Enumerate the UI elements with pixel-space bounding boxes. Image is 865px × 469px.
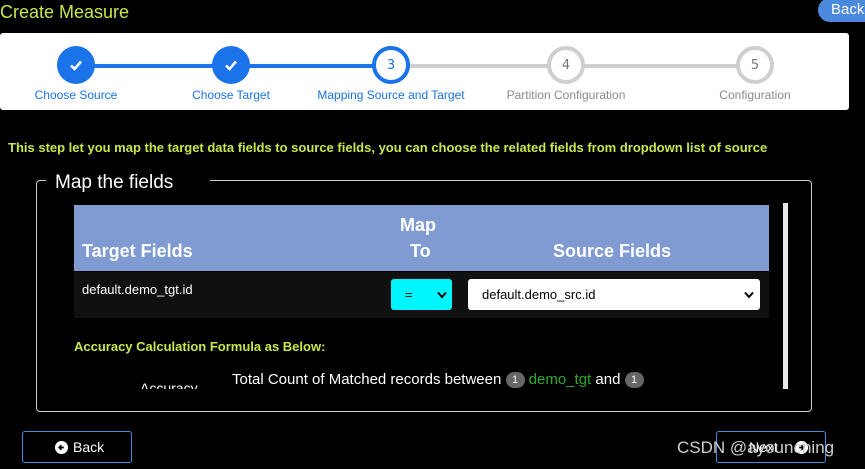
header-target-fields: Target Fields (82, 241, 193, 261)
count-badge: 1 (624, 372, 644, 389)
wizard-steps: Choose Source Choose Target 3 Mapping So… (0, 33, 849, 110)
step-label-partition: Partition Configuration (506, 88, 626, 102)
check-icon (225, 60, 237, 71)
watermark: CSDN @ayounching (677, 438, 835, 457)
arrow-left-icon (55, 441, 68, 454)
step-5-configuration[interactable]: 5 (736, 46, 774, 84)
source-field-select[interactable]: default.demo_src.id (468, 279, 760, 310)
page-title: Create Measure (0, 2, 130, 22)
step-label-configuration: Configuration (719, 88, 791, 102)
back-button-label: Back (73, 439, 105, 455)
header-source-fields: Source Fields (553, 241, 672, 261)
header-map: Map (400, 215, 436, 235)
step-3-mapping[interactable]: 3 (372, 46, 410, 84)
step-4-partition[interactable]: 4 (547, 46, 585, 84)
step-label-mapping: Mapping Source and Target (317, 88, 465, 102)
intro-text: This step let you map the target data fi… (8, 140, 768, 155)
step-1-choose-source[interactable] (57, 46, 95, 84)
formula-conj: and (595, 371, 621, 388)
map-fields-legend: Map the fields (55, 172, 174, 193)
step-2-choose-target[interactable] (212, 46, 250, 84)
target-name: demo_tgt (528, 371, 592, 388)
panel-scrollbar[interactable] (783, 203, 788, 389)
operator-select[interactable]: = (391, 279, 452, 310)
check-icon (70, 60, 82, 71)
header-to: To (410, 241, 431, 261)
formula-title: Accuracy Calculation Formula as Below: (74, 339, 326, 354)
operator-value: = (405, 287, 413, 302)
formula-text: Total Count of Matched records between 1… (232, 371, 644, 389)
step-label-choose-source: Choose Source (34, 88, 118, 102)
chevron-down-icon (744, 291, 754, 299)
count-badge: 1 (505, 372, 525, 389)
table-row: default.demo_tgt.id = default.demo_src.i… (74, 272, 769, 318)
back-button-top[interactable]: Back (818, 0, 865, 22)
target-field-value: default.demo_tgt.id (82, 282, 193, 297)
source-field-value: default.demo_src.id (482, 287, 596, 302)
formula-prefix: Total Count of Matched records between (232, 371, 502, 388)
mapping-table-header: Target Fields Map To Source Fields (74, 205, 769, 271)
accuracy-label: Accuracy (140, 381, 198, 389)
back-button[interactable]: Back (22, 431, 132, 463)
chevron-down-icon (437, 291, 447, 299)
step-label-choose-target: Choose Target (192, 88, 270, 102)
